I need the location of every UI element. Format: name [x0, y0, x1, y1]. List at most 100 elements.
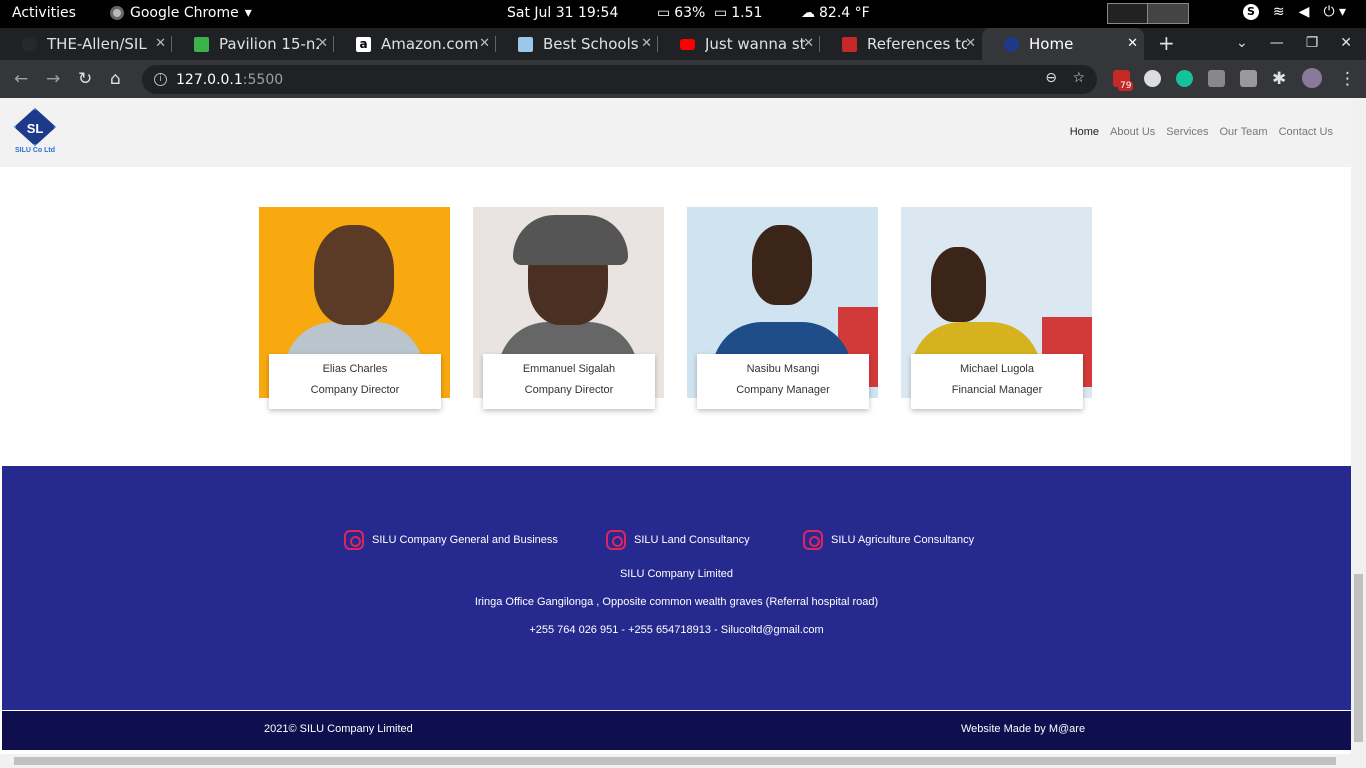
youtube-icon: [680, 38, 695, 50]
extension-badge: 79: [1118, 81, 1134, 91]
extension-icon[interactable]: [1240, 70, 1257, 87]
minimize-icon[interactable]: —: [1270, 35, 1284, 51]
browser-tab[interactable]: THE-Allen/SILU ✕: [0, 28, 172, 60]
team-member-role: Company Director: [524, 384, 614, 396]
app-name: Google Chrome: [130, 5, 239, 21]
forward-arrow-icon[interactable]: →: [46, 69, 60, 89]
page-favicon-icon: [194, 36, 209, 52]
horizontal-scrollbar[interactable]: [0, 754, 1366, 768]
power-icon[interactable]: ⏻ ▾: [1323, 4, 1346, 20]
footer-bottom-bar: 2021© SILU Company Limited Website Made …: [2, 710, 1351, 750]
team-member-name: Nasibu Msangi: [746, 363, 820, 375]
extension-s-icon[interactable]: [1144, 70, 1161, 87]
close-tab-icon[interactable]: ✕: [965, 36, 976, 51]
social-link[interactable]: SILU Agriculture Consultancy: [803, 530, 974, 550]
nav-services[interactable]: Services: [1166, 126, 1208, 138]
clock[interactable]: Sat Jul 31 19:54: [507, 5, 618, 21]
wifi-icon[interactable]: ≋: [1273, 4, 1285, 20]
instagram-icon: [344, 530, 364, 550]
reload-icon[interactable]: ↻: [78, 69, 92, 89]
nav-contact[interactable]: Contact Us: [1279, 126, 1333, 138]
page-viewport: SL SILU Co Ltd Home About Us Services Ou…: [0, 98, 1366, 768]
bookmark-star-icon[interactable]: ☆: [1072, 70, 1085, 86]
zoom-icon[interactable]: ⊖: [1045, 70, 1057, 86]
social-link[interactable]: SILU Company General and Business: [344, 530, 558, 550]
browser-tab-active[interactable]: Home ✕: [982, 28, 1144, 60]
browser-toolbar: ← → ↻ ⌂ i 127.0.0.1:5500 ⊖ ☆ 79 ✱ ⋮: [0, 60, 1366, 98]
close-window-icon[interactable]: ✕: [1340, 35, 1352, 51]
site-logo[interactable]: SL SILU Co Ltd: [12, 108, 58, 158]
site-footer: SILU Company General and Business SILU L…: [2, 466, 1351, 710]
site-menu: Home About Us Services Our Team Contact …: [1070, 126, 1333, 138]
load-indicator: ▭ 1.51: [714, 5, 763, 21]
tab-search-icon[interactable]: ⌄: [1236, 35, 1248, 51]
credit: Website Made by M@are: [961, 723, 1086, 735]
team-card: Michael Lugola Financial Manager: [901, 207, 1092, 413]
info-icon[interactable]: i: [154, 73, 167, 86]
chevron-down-icon: ▾: [244, 5, 252, 21]
footer-contacts: +255 764 026 951 - +255 654718913 - Silu…: [529, 624, 824, 636]
page-favicon-icon: [842, 36, 857, 52]
close-tab-icon[interactable]: ✕: [641, 36, 652, 51]
extension-icon[interactable]: [1208, 70, 1225, 87]
social-link[interactable]: SILU Land Consultancy: [606, 530, 750, 550]
team-card: Elias Charles Company Director: [259, 207, 450, 413]
system-tray[interactable]: S ≋ ◀ ⏻ ▾: [1242, 4, 1346, 20]
back-arrow-icon[interactable]: ←: [14, 69, 28, 89]
browser-tab[interactable]: a Amazon.com : ✕: [334, 28, 496, 60]
team-member-name: Michael Lugola: [960, 363, 1034, 375]
new-tab-button[interactable]: +: [1158, 31, 1175, 55]
team-member-role: Financial Manager: [951, 384, 1043, 396]
url-port: :5500: [242, 71, 284, 88]
system-top-bar: Activities Google Chrome ▾ Sat Jul 31 19…: [0, 0, 1366, 28]
team-member-role: Company Manager: [736, 384, 830, 396]
team-card: Emmanuel Sigalah Company Director: [473, 207, 664, 413]
url-host: 127.0.0.1: [176, 71, 243, 88]
silu-logo-icon: [1004, 36, 1019, 52]
team-card: Nasibu Msangi Company Manager: [687, 207, 878, 413]
cloud-icon: ☁: [801, 5, 815, 21]
chrome-icon: [110, 6, 124, 20]
activities-button[interactable]: Activities: [12, 5, 76, 21]
vertical-scrollbar[interactable]: [1351, 98, 1366, 756]
team-member-name: Elias Charles: [322, 363, 388, 375]
app-menu[interactable]: Google Chrome ▾: [110, 5, 252, 21]
close-tab-icon[interactable]: ✕: [155, 36, 166, 51]
team-section: Elias Charles Company Director Emmanuel …: [259, 207, 1092, 413]
battery-icon: ▭: [657, 5, 671, 21]
github-icon: [22, 36, 37, 52]
avatar[interactable]: [1302, 68, 1322, 88]
battery-indicator: ▭ 63%: [657, 5, 706, 21]
grammarly-icon[interactable]: [1176, 70, 1193, 87]
nav-home[interactable]: Home: [1070, 126, 1099, 138]
close-tab-icon[interactable]: ✕: [479, 36, 490, 51]
page-favicon-icon: [518, 36, 533, 52]
nav-about[interactable]: About Us: [1110, 126, 1155, 138]
maximize-icon[interactable]: ❐: [1306, 35, 1319, 51]
tab-strip: THE-Allen/SILU ✕ Pavilion 15-n2 ✕ a Amaz…: [0, 28, 1366, 60]
close-tab-icon[interactable]: ✕: [803, 36, 814, 51]
window-controls: ⌄ — ❐ ✕: [1236, 35, 1352, 51]
instagram-icon: [606, 530, 626, 550]
footer-address: Iringa Office Gangilonga , Opposite comm…: [474, 596, 879, 608]
address-bar[interactable]: i 127.0.0.1:5500 ⊖ ☆: [142, 65, 1097, 94]
puzzle-extensions-icon[interactable]: ✱: [1272, 69, 1286, 89]
browser-tab[interactable]: Just wanna st ✕: [658, 28, 820, 60]
close-tab-icon[interactable]: ✕: [317, 36, 328, 51]
weather-indicator: ☁ 82.4 °F: [801, 5, 870, 21]
skype-icon[interactable]: S: [1242, 4, 1259, 20]
menu-dots-icon[interactable]: ⋮: [1339, 69, 1356, 89]
team-member-role: Company Director: [310, 384, 400, 396]
home-icon[interactable]: ⌂: [110, 69, 121, 89]
cpu-graph: [1107, 3, 1189, 24]
browser-tab[interactable]: Pavilion 15-n2 ✕: [172, 28, 334, 60]
footer-company: SILU Company Limited: [619, 568, 734, 580]
instagram-icon: [803, 530, 823, 550]
browser-tab[interactable]: References to ✕: [820, 28, 982, 60]
browser-tab[interactable]: Best Schools I ✕: [496, 28, 658, 60]
volume-icon[interactable]: ◀: [1299, 4, 1310, 20]
monitor-icon: ▭: [714, 5, 728, 21]
team-member-name: Emmanuel Sigalah: [522, 363, 616, 375]
close-tab-icon[interactable]: ✕: [1127, 36, 1138, 51]
nav-team[interactable]: Our Team: [1219, 126, 1267, 138]
